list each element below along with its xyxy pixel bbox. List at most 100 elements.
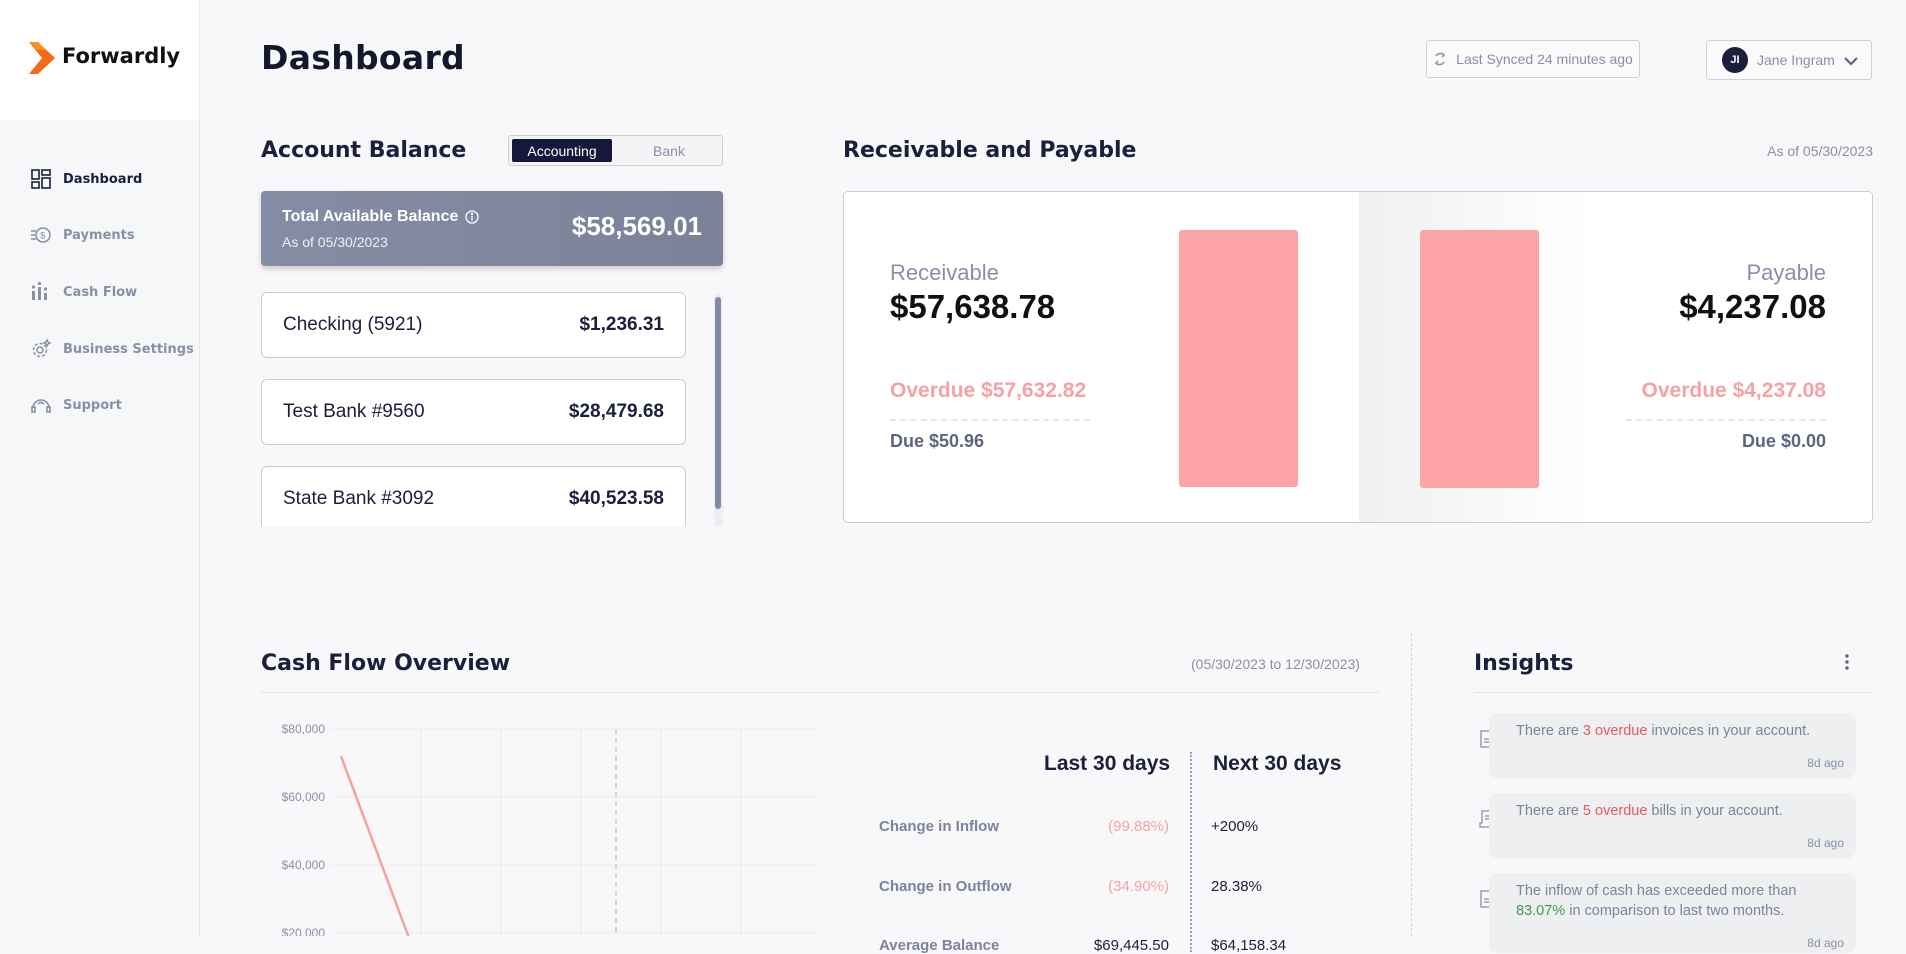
y-tick-label: $60,000 (282, 790, 326, 804)
insight-text: There are 3 overdue invoices in your acc… (1516, 721, 1844, 741)
stat-next-value: +200% (1211, 818, 1258, 835)
receivable-amount: $57,638.78 (890, 288, 1055, 326)
chevron-down-icon (1843, 53, 1859, 69)
payments-icon: $ (30, 224, 52, 246)
more-options-icon[interactable] (1840, 652, 1854, 672)
sidebar-item-label: Business Settings (63, 342, 194, 357)
cash-flow-icon (30, 281, 52, 303)
receivable-overdue: Overdue $57,632.82 (890, 379, 1086, 403)
sync-icon (1433, 51, 1447, 67)
sidebar-item-label: Payments (63, 228, 135, 243)
divider (890, 419, 1090, 421)
stat-label: Change in Inflow (879, 818, 999, 835)
payable-label: Payable (1746, 260, 1826, 286)
account-amount: $40,523.58 (569, 488, 664, 510)
sidebar-item-support[interactable]: Support (30, 393, 122, 417)
toggle-bank[interactable]: Bank (619, 139, 719, 162)
y-tick-label: $40,000 (282, 858, 326, 872)
dashboard-icon (30, 168, 52, 190)
account-list: Checking (5921) $1,236.31 Test Bank #956… (261, 292, 723, 526)
account-amount: $1,236.31 (579, 314, 664, 336)
page-title: Dashboard (261, 38, 465, 77)
sidebar-item-label: Cash Flow (63, 285, 137, 300)
avatar: JI (1722, 47, 1748, 73)
receivable-due: Due $50.96 (890, 431, 984, 452)
cash-flow-range: (05/30/2023 to 12/30/2023) (1191, 656, 1360, 672)
divider (261, 692, 1379, 693)
insight-highlight: 3 overdue (1583, 723, 1648, 739)
cash-flow-title: Cash Flow Overview (261, 651, 510, 676)
payable-bar (1420, 230, 1539, 488)
sync-button[interactable]: Last Synced 24 minutes ago (1426, 40, 1640, 78)
insight-time: 8d ago (1807, 933, 1844, 953)
stat-label: Average Balance (879, 937, 999, 954)
logo[interactable]: Forwardly (0, 0, 199, 120)
sidebar-item-cash-flow[interactable]: Cash Flow (30, 280, 137, 304)
stat-last-value: (99.88%) (1108, 818, 1169, 835)
receivable-payable-card: Receivable $57,638.78 Overdue $57,632.82… (843, 191, 1873, 523)
forwardly-logo-icon (29, 42, 55, 74)
toggle-accounting[interactable]: Accounting (512, 139, 612, 162)
divider (1474, 692, 1873, 693)
insight-card[interactable]: The inflow of cash has exceeded more tha… (1489, 873, 1856, 953)
sidebar-item-payments[interactable]: $ Payments (30, 223, 135, 247)
total-balance-date: As of 05/30/2023 (282, 234, 388, 250)
insight-time: 8d ago (1807, 753, 1844, 773)
account-name: State Bank #3092 (283, 488, 434, 510)
account-balance-title: Account Balance (261, 138, 466, 163)
section-divider (1411, 633, 1412, 936)
sync-label: Last Synced 24 minutes ago (1456, 51, 1633, 67)
divider (1626, 419, 1826, 421)
info-icon[interactable] (465, 210, 479, 224)
user-name: Jane Ingram (1757, 52, 1835, 68)
next-30-days-header: Next 30 days (1213, 752, 1341, 776)
total-balance-amount: $58,569.01 (572, 211, 702, 242)
app-name: Forwardly (62, 44, 180, 68)
cash-flow-chart: $80,000 $60,000 $40,000 $20,000 (261, 715, 821, 936)
payable-overdue: Overdue $4,237.08 (1642, 379, 1826, 403)
receivable-bar (1179, 230, 1298, 487)
user-menu[interactable]: JI Jane Ingram (1706, 40, 1872, 80)
total-balance-label-row: Total Available Balance (282, 208, 479, 226)
column-divider (1190, 752, 1192, 952)
y-tick-label: $80,000 (282, 722, 326, 736)
insight-text-part: in comparison to last two months. (1565, 903, 1784, 919)
series-line (341, 756, 469, 936)
last-30-days-header: Last 30 days (1044, 752, 1170, 776)
insight-text-part: invoices in your account. (1647, 723, 1810, 739)
total-balance-card: Total Available Balance As of 05/30/2023… (261, 191, 723, 266)
total-balance-label: Total Available Balance (282, 208, 458, 226)
sidebar-item-dashboard[interactable]: Dashboard (30, 167, 142, 191)
receivable-label: Receivable (890, 260, 999, 286)
insight-time: 8d ago (1807, 833, 1844, 853)
account-card[interactable]: State Bank #3092 $40,523.58 (261, 466, 686, 526)
stat-label: Change in Outflow (879, 878, 1012, 895)
account-card[interactable]: Checking (5921) $1,236.31 (261, 292, 686, 358)
insight-card[interactable]: There are 5 overdue bills in your accoun… (1489, 793, 1856, 858)
scrollbar-thumb[interactable] (715, 297, 721, 509)
y-tick-label: $20,000 (282, 926, 326, 936)
insight-text-part: There are (1516, 723, 1583, 739)
payable-amount: $4,237.08 (1679, 288, 1826, 326)
insight-text-part: The inflow of cash has exceeded more tha… (1516, 883, 1797, 899)
account-name: Checking (5921) (283, 314, 422, 336)
insight-highlight: 83.07% (1516, 903, 1565, 919)
settings-icon (30, 338, 52, 360)
sidebar-item-business-settings[interactable]: Business Settings (30, 337, 194, 361)
payable-due: Due $0.00 (1742, 431, 1826, 452)
receivable-payable-date: As of 05/30/2023 (1767, 143, 1873, 159)
stat-next-value: $64,158.34 (1211, 937, 1286, 954)
insight-card[interactable]: There are 3 overdue invoices in your acc… (1489, 713, 1856, 778)
account-card[interactable]: Test Bank #9560 $28,479.68 (261, 379, 686, 445)
receivable-payable-title: Receivable and Payable (843, 138, 1136, 163)
sidebar: Forwardly Dashboard $ Payments Cash Flow… (0, 0, 200, 936)
stat-last-value: $69,445.50 (1094, 937, 1169, 954)
account-name: Test Bank #9560 (283, 401, 425, 423)
insight-text-part: bills in your account. (1647, 803, 1782, 819)
insight-text: The inflow of cash has exceeded more tha… (1516, 881, 1844, 921)
sidebar-item-label: Dashboard (63, 172, 142, 187)
svg-text:$: $ (40, 231, 45, 241)
support-icon (30, 394, 52, 416)
account-list-scrollbar[interactable] (714, 294, 723, 526)
insight-text-part: There are (1516, 803, 1583, 819)
